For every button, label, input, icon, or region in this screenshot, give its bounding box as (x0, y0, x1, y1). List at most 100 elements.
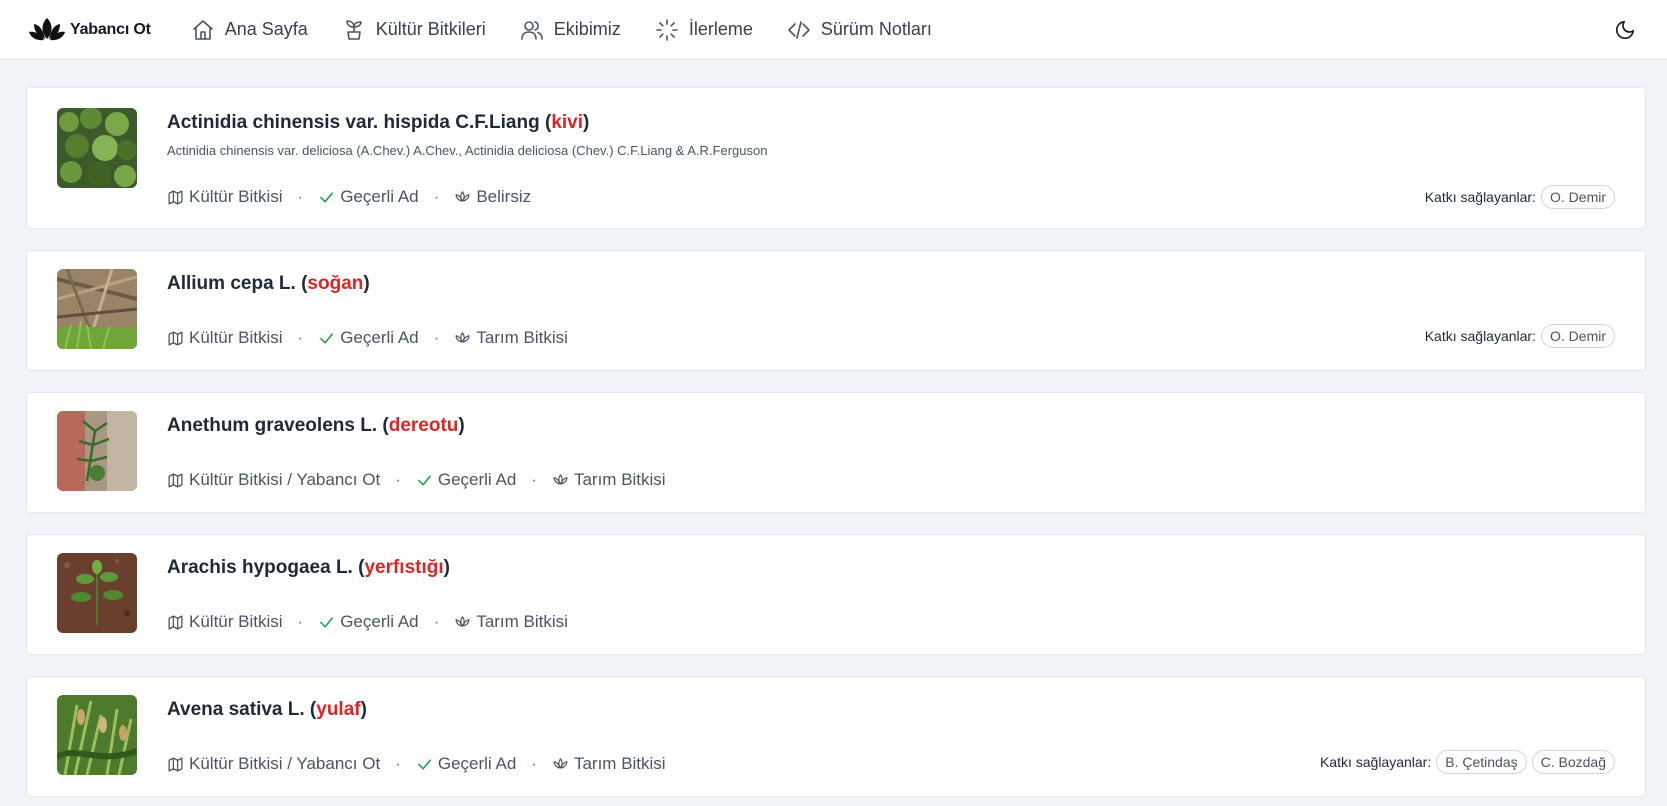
common-name: yulaf (316, 699, 361, 720)
nav-item-surum-notlari[interactable]: Sürüm Notları (787, 18, 932, 42)
nav-label: Ekibimiz (553, 19, 621, 39)
map-icon (168, 330, 183, 346)
sprout-icon (345, 19, 362, 40)
plant-thumbnail[interactable] (57, 108, 137, 188)
scientific-name: Arachis hypogaea L. (167, 557, 353, 578)
nav-label: Sürüm Notları (820, 19, 932, 39)
separator-dot: · (297, 187, 304, 206)
loader-icon (656, 18, 678, 41)
nav-label: Ana Sayfa (224, 19, 308, 39)
check-icon (320, 332, 334, 344)
map-icon (168, 614, 183, 630)
plant-card: Actinidia chinensis var. hispida C.F.Lia… (26, 87, 1646, 229)
plant-meta: Kültür Bitkisi · Geçerli Ad · Tarım Bitk… (167, 328, 568, 348)
type-tag: Kültür Bitkisi (167, 328, 283, 348)
scientific-name: Avena sativa L. (167, 699, 305, 720)
nav-item-ekibimiz[interactable]: Ekibimiz (520, 18, 621, 42)
scientific-name: Actinidia chinensis var. hispida C.F.Lia… (167, 112, 540, 133)
plant-title-link[interactable]: Allium cepa L. (soğan) (167, 273, 1645, 295)
separator-dot: · (395, 470, 401, 489)
plant-card: Allium cepa L. (soğan) Kültür Bitkisi · … (26, 250, 1646, 371)
nav-label: İlerleme (688, 19, 753, 39)
plant-thumbnail[interactable] (57, 411, 137, 491)
contributor-chip[interactable]: O. Demir (1541, 185, 1615, 209)
plant-meta: Kültür Bitkisi / Yabancı Ot · Geçerli Ad… (167, 470, 666, 490)
type-tag: Kültür Bitkisi / Yabancı Ot (167, 754, 380, 774)
nav-item-ilerleme[interactable]: İlerleme (655, 18, 753, 42)
users-icon (520, 20, 543, 40)
home-icon (192, 19, 213, 40)
code-icon (788, 20, 810, 39)
theme-toggle-button[interactable] (1611, 16, 1639, 44)
separator-dot: · (433, 328, 440, 347)
map-icon (168, 472, 183, 488)
logo-text: Yabancı Ot (70, 20, 151, 38)
common-name: kivi (551, 112, 584, 133)
status-tag: Geçerli Ad (318, 612, 419, 632)
plant-meta: Kültür Bitkisi · Geçerli Ad · Tarım Bitk… (167, 612, 568, 632)
plant-title-link[interactable]: Actinidia chinensis var. hispida C.F.Lia… (167, 112, 1645, 134)
status-tag: Geçerli Ad (416, 470, 516, 490)
logo[interactable]: Yabancı Ot (28, 15, 151, 45)
check-icon (417, 474, 431, 486)
scientific-name: Allium cepa L. (167, 273, 296, 294)
check-icon (320, 616, 334, 628)
separator-dot: · (531, 470, 537, 489)
separator-dot: · (433, 612, 440, 631)
map-icon (168, 756, 183, 772)
contributors: Katkı sağlayanlar: O. Demir (1425, 324, 1615, 348)
plant-title-link[interactable]: Anethum graveolens L. (dereotu) (167, 415, 1645, 437)
check-icon (320, 191, 334, 203)
plant-title-link[interactable]: Arachis hypogaea L. (yerfıstığı) (167, 557, 1645, 579)
moon-icon (1615, 20, 1635, 40)
separator-dot: · (395, 754, 401, 773)
contributors: Katkı sağlayanlar: O. Demir (1425, 185, 1615, 209)
separator-dot: · (531, 754, 537, 773)
category-tag: Tarım Bitkisi (552, 470, 666, 490)
contributors: Katkı sağlayanlar: B. Çetindaş C. Bozdağ (1320, 750, 1615, 774)
synonyms-text: Actinidia chinensis var. deliciosa (A.Ch… (167, 143, 768, 158)
plant-card: Avena sativa L. (yulaf) Kültür Bitkisi /… (26, 676, 1646, 797)
plant-meta: Kültür Bitkisi · Geçerli Ad · Belirsiz (167, 187, 531, 207)
lotus-icon (553, 473, 568, 485)
contributor-chip[interactable]: O. Demir (1541, 324, 1615, 348)
plant-meta: Kültür Bitkisi / Yabancı Ot · Geçerli Ad… (167, 754, 666, 774)
nav-item-kultur-bitkileri[interactable]: Kültür Bitkileri (342, 18, 486, 42)
plant-thumbnail[interactable] (57, 553, 137, 633)
plant-list: Actinidia chinensis var. hispida C.F.Lia… (0, 60, 1667, 797)
type-tag: Kültür Bitkisi (167, 612, 283, 632)
lotus-icon (455, 331, 470, 343)
nav-item-ana-sayfa[interactable]: Ana Sayfa (191, 18, 308, 42)
plant-card: Anethum graveolens L. (dereotu) Kültür B… (26, 392, 1646, 513)
separator-dot: · (297, 328, 304, 347)
contributor-chip[interactable]: B. Çetindaş (1436, 750, 1527, 774)
category-tag: Tarım Bitkisi (454, 612, 568, 632)
common-name: dereotu (388, 415, 459, 436)
lotus-icon (553, 757, 568, 769)
nav-label: Kültür Bitkileri (375, 19, 486, 39)
status-tag: Geçerli Ad (318, 187, 419, 207)
lotus-logo-icon (29, 17, 65, 40)
status-tag: Geçerli Ad (318, 328, 419, 348)
category-tag: Tarım Bitkisi (454, 328, 568, 348)
plant-card: Arachis hypogaea L. (yerfıstığı) Kültür … (26, 534, 1646, 655)
contributors-label: Katkı sağlayanlar: (1319, 754, 1432, 770)
check-icon (417, 758, 431, 770)
plant-thumbnail[interactable] (57, 695, 137, 775)
type-tag: Kültür Bitkisi / Yabancı Ot (167, 470, 380, 490)
common-name: yerfıstığı (364, 557, 444, 578)
main-nav: Ana Sayfa Kültür Bitkileri Ekibimiz İler… (191, 18, 932, 42)
plant-title-link[interactable]: Avena sativa L. (yulaf) (167, 699, 1645, 721)
category-tag: Belirsiz (454, 187, 531, 207)
type-tag: Kültür Bitkisi (167, 187, 283, 207)
lotus-icon (455, 615, 470, 627)
lotus-icon (455, 190, 470, 202)
status-tag: Geçerli Ad (416, 754, 516, 774)
common-name: soğan (307, 273, 364, 294)
contributors-label: Katkı sağlayanlar: (1424, 328, 1536, 344)
plant-thumbnail[interactable] (57, 269, 137, 349)
contributors-label: Katkı sağlayanlar: (1424, 189, 1536, 205)
map-icon (168, 189, 183, 205)
contributor-chip[interactable]: C. Bozdağ (1531, 750, 1615, 774)
separator-dot: · (297, 612, 304, 631)
